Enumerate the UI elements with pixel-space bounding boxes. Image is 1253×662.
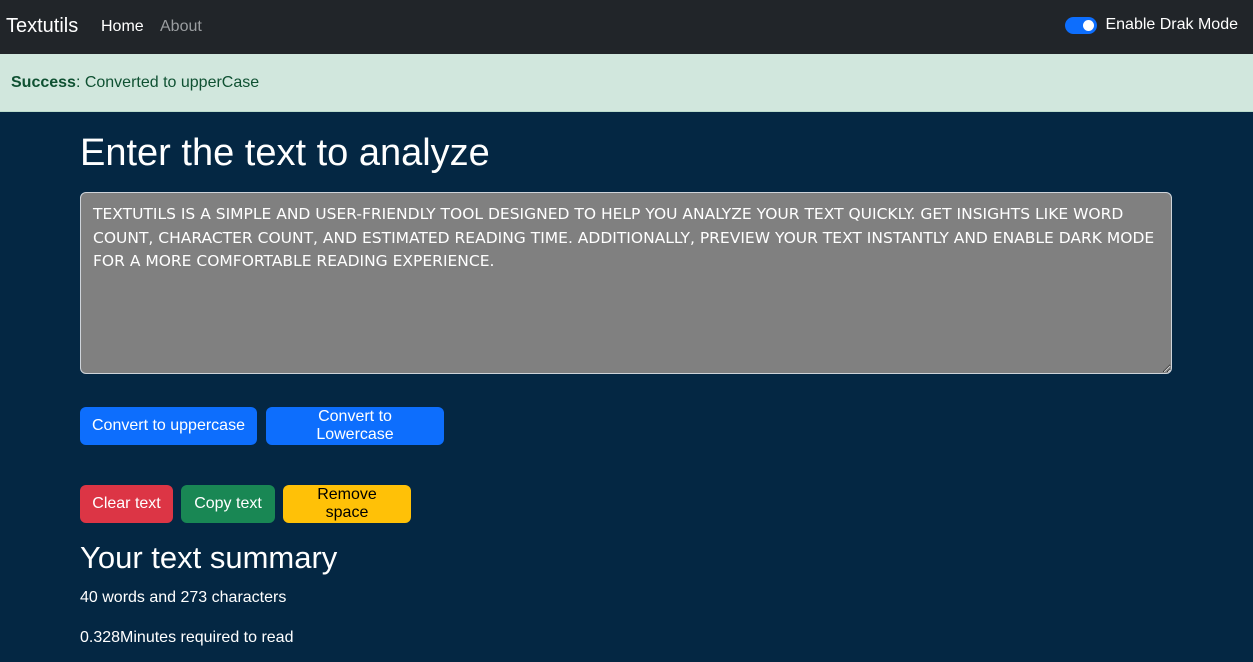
switch-knob [1083, 19, 1095, 31]
convert-uppercase-button[interactable]: Convert to uppercase [80, 407, 257, 445]
alert-type: Success [11, 73, 76, 91]
nav-link-home[interactable]: Home [101, 18, 144, 36]
dark-mode-switch[interactable] [1065, 16, 1098, 34]
read-time: 0.328Minutes required to read [80, 629, 294, 646]
word-char-count: 40 words and 273 characters [80, 589, 287, 606]
alert-message: : Converted to upperCase [75, 73, 260, 91]
summary-title: Your text summary [80, 540, 338, 575]
page-title: Enter the text to analyze [80, 132, 490, 174]
navbar: Textutils Home About Enable Drak Mode [0, 0, 1253, 54]
dark-mode-label[interactable]: Enable Drak Mode [1105, 16, 1238, 34]
copy-text-button[interactable]: Copy text [181, 485, 275, 523]
convert-lowercase-button[interactable]: Convert to Lowercase [266, 407, 444, 445]
text-input[interactable] [80, 192, 1172, 374]
remove-space-button[interactable]: Remove space [283, 485, 411, 523]
nav-link-about[interactable]: About [160, 18, 202, 36]
clear-text-button[interactable]: Clear text [80, 485, 173, 523]
dark-mode-toggle[interactable]: Enable Drak Mode [1065, 16, 1238, 34]
success-alert: Success: Converted to upperCase [0, 54, 1253, 112]
navbar-brand[interactable]: Textutils [6, 15, 78, 38]
